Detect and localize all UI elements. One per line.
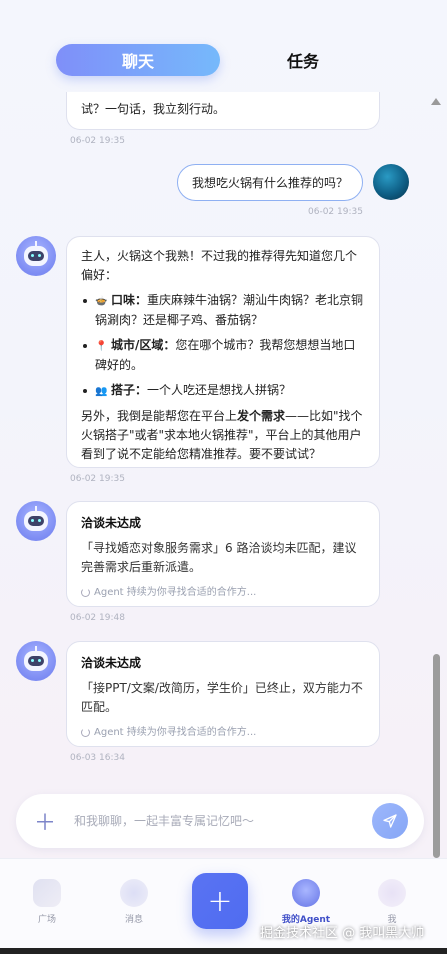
agent-message-previous: 试？一句话，我立刻行动。 xyxy=(66,92,380,130)
refresh-icon xyxy=(81,588,90,597)
nav-item-my-agent[interactable]: 我的Agent xyxy=(276,879,336,925)
timestamp: 06-02 19:35 xyxy=(308,207,363,217)
list-item: 🍲 口味：重庆麻辣牛油锅？潮汕牛肉锅？老北京铜锅涮肉？还是椰子鸡、番茄锅？ xyxy=(81,291,365,330)
reply-outro: 另外，我倒是能帮您在平台上发个需求——比如"找个火锅搭子"或者"求本地火锅推荐"… xyxy=(81,407,365,464)
timestamp: 06-02 19:48 xyxy=(70,613,125,623)
outro-bold: 发个需求 xyxy=(237,409,286,423)
chat-robot-icon xyxy=(120,879,148,907)
card-body: 「寻找婚恋对象服务需求」6 路洽谈均未匹配，建议完善需求后重新派遣。 xyxy=(81,541,357,574)
agent-avatar[interactable] xyxy=(16,641,56,681)
outro-text: 另外，我倒是能帮您在平台上 xyxy=(81,409,238,423)
robot-icon xyxy=(24,646,48,671)
agent-avatar[interactable] xyxy=(16,501,56,541)
scrollbar-thumb[interactable] xyxy=(433,654,440,858)
system-bottom-strip xyxy=(0,948,447,954)
footer-text: Agent 持续为你寻找合适的合作方... xyxy=(94,727,257,738)
user-avatar[interactable] xyxy=(373,164,409,200)
top-tab-bar: 聊天 任务 xyxy=(56,44,386,76)
nav-label: 广场 xyxy=(37,915,56,925)
people-icon: 👥 xyxy=(95,386,108,397)
robot-icon xyxy=(24,506,48,531)
timestamp: 06-02 19:35 xyxy=(70,474,125,484)
card-body: 「接PPT/文案/改简历，学生价」已终止，双方能力不匹配。 xyxy=(81,681,363,714)
hotpot-icon: 🍲 xyxy=(95,296,108,307)
tab-task[interactable]: 任务 xyxy=(220,48,386,72)
chat-input-bar: ＋ xyxy=(16,794,424,848)
agent-reply-card: 主人，火锅这个我熟！不过我的推荐得先知道您几个偏好： 🍲 口味：重庆麻辣牛油锅？潮… xyxy=(66,236,380,468)
add-attachment-icon[interactable]: ＋ xyxy=(16,805,74,837)
message-text: 试？一句话，我立刻行动。 xyxy=(81,102,226,116)
list-item: 👥 搭子：一个人吃还是想找人拼锅？ xyxy=(81,381,365,401)
agent-robot-icon xyxy=(292,879,320,907)
chat-input[interactable] xyxy=(74,814,372,828)
user-message-bubble: 我想吃火锅有什么推荐的吗？ xyxy=(177,164,363,201)
location-pin-icon: 📍 xyxy=(95,341,108,352)
nav-label: 消息 xyxy=(124,915,143,925)
item-text: 一个人吃还是想找人拼锅？ xyxy=(147,383,292,397)
send-button[interactable] xyxy=(372,803,408,839)
preference-list: 🍲 口味：重庆麻辣牛油锅？潮汕牛肉锅？老北京铜锅涮肉？还是椰子鸡、番茄锅？ 📍 城市… xyxy=(81,291,365,401)
negotiation-status-card[interactable]: 洽谈未达成 「寻找婚恋对象服务需求」6 路洽谈均未匹配，建议完善需求后重新派遣。… xyxy=(66,501,380,607)
item-label: 城市/区域： xyxy=(111,338,176,352)
nav-item-messages[interactable]: 消息 xyxy=(104,879,164,925)
nav-item-square[interactable]: 广场 xyxy=(17,879,77,925)
timestamp: 06-02 19:35 xyxy=(70,136,125,146)
card-footer: Agent 持续为你寻找合适的合作方... xyxy=(81,723,365,742)
negotiation-status-card[interactable]: 洽谈未达成 「接PPT/文案/改简历，学生价」已终止，双方能力不匹配。 Agen… xyxy=(66,641,380,747)
send-icon xyxy=(383,814,397,828)
tab-chat[interactable]: 聊天 xyxy=(56,44,220,76)
footer-text: Agent 持续为你寻找合适的合作方... xyxy=(94,587,257,598)
robot-icon xyxy=(24,241,48,266)
item-label: 口味： xyxy=(111,293,148,307)
grid-icon xyxy=(33,879,61,907)
watermark: 掘金技术社区 @ 我叫黑大帅 xyxy=(260,926,425,941)
list-item: 📍 城市/区域：您在哪个城市？我帮您想想当地口碑好的。 xyxy=(81,336,365,375)
refresh-icon xyxy=(81,728,90,737)
item-label: 搭子： xyxy=(111,383,148,397)
person-icon xyxy=(378,879,406,907)
agent-avatar[interactable] xyxy=(16,236,56,276)
card-title: 洽谈未达成 xyxy=(81,516,142,530)
create-button[interactable]: + xyxy=(192,873,248,929)
timestamp: 06-03 16:34 xyxy=(70,753,125,763)
card-footer: Agent 持续为你寻找合适的合作方... xyxy=(81,583,365,602)
reply-intro: 主人，火锅这个我熟！不过我的推荐得先知道您几个偏好： xyxy=(81,249,358,282)
scroll-up-arrow-icon[interactable] xyxy=(431,98,441,105)
nav-item-me[interactable]: 我 xyxy=(362,879,422,925)
card-title: 洽谈未达成 xyxy=(81,656,142,670)
